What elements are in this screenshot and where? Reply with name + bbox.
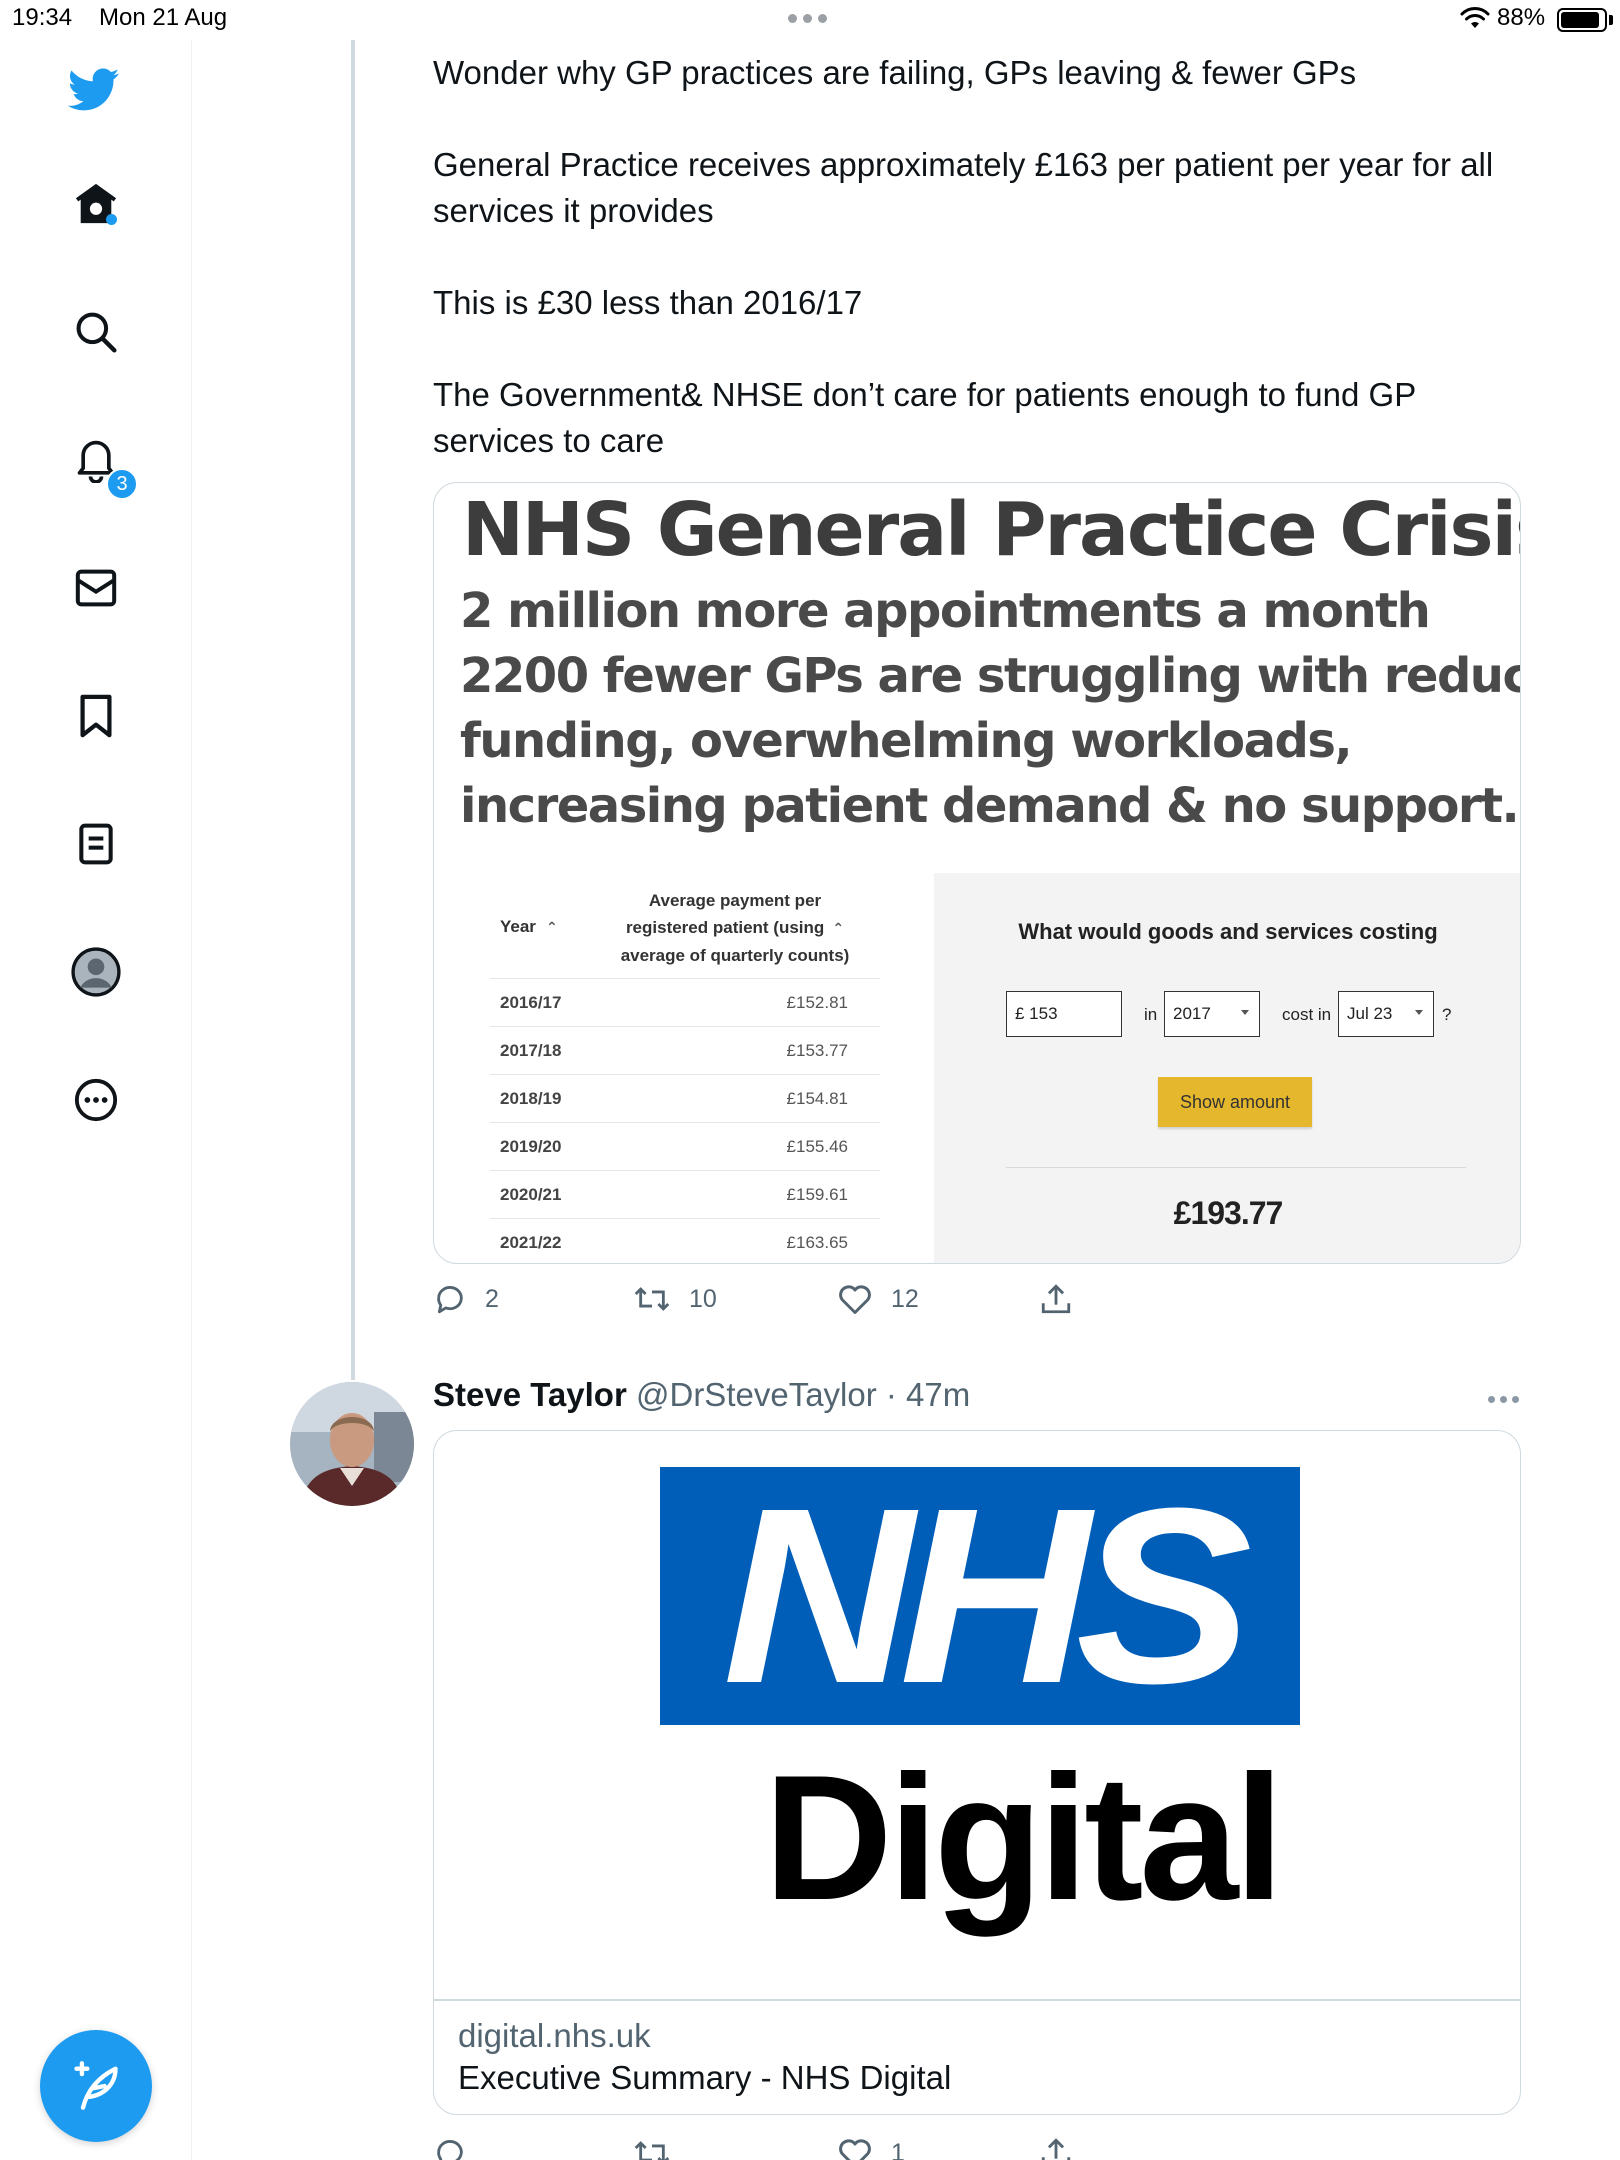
- retweet-button[interactable]: [633, 2136, 689, 2160]
- avatar[interactable]: [290, 1382, 414, 1506]
- year-select: 2017: [1164, 991, 1260, 1037]
- digital-logo-text: Digital: [764, 1738, 1284, 1937]
- more-options-icon[interactable]: [70, 1074, 122, 1126]
- tweet-actions: 2 10 12: [433, 1282, 1113, 1322]
- month-select: Jul 23: [1338, 991, 1434, 1037]
- messages-envelope-icon[interactable]: [70, 562, 122, 614]
- status-bar: 19:34 Mon 21 Aug 88%: [0, 0, 1620, 40]
- show-amount-button: Show amount: [1158, 1077, 1312, 1127]
- tweet-actions: 1: [433, 2136, 1113, 2160]
- link-preview-card[interactable]: NHS Digital digital.nhs.uk Executive Sum…: [433, 1430, 1521, 2115]
- like-button[interactable]: 1: [837, 2136, 905, 2160]
- amount-field: £ 153: [1006, 991, 1122, 1037]
- tweet-paragraph: This is £30 less than 2016/17: [433, 284, 863, 321]
- profile-avatar-icon[interactable]: [70, 946, 122, 998]
- payment-table: Year ⌃ Average payment per registered pat…: [490, 883, 880, 1263]
- in-label: in: [1144, 1005, 1158, 1024]
- column-header-average: Average payment per registered patient (…: [620, 891, 850, 965]
- search-icon[interactable]: [70, 306, 122, 358]
- media-headline: NHS General Practice Crisis!: [462, 487, 1521, 573]
- bookmark-icon[interactable]: [70, 690, 122, 742]
- sidebar: 3: [0, 40, 192, 2160]
- share-icon: [1041, 2138, 1071, 2160]
- tweet-author-line: Steve Taylor @DrSteveTaylor · 47m: [433, 1376, 970, 1414]
- multitasking-dots-icon[interactable]: [788, 14, 827, 23]
- inflation-calculator-panel: What would goods and services costing £ …: [934, 873, 1520, 1263]
- home-unread-dot: [106, 214, 117, 225]
- retweet-icon: [634, 1287, 670, 1311]
- reply-count: 2: [485, 1284, 499, 1313]
- status-date: Mon 21 Aug: [99, 4, 228, 31]
- media-sub-line: 2 million more appointments a month: [460, 583, 1431, 639]
- compose-tweet-button[interactable]: [40, 2030, 152, 2142]
- media-sub-line: 2200 fewer GPs are struggling with reduc…: [460, 648, 1521, 704]
- tweet-paragraph: General Practice receives approximately …: [433, 146, 1494, 229]
- author-name[interactable]: Steve Taylor: [433, 1376, 627, 1413]
- retweet-icon: [634, 2141, 670, 2160]
- reply-icon: [437, 1286, 463, 1314]
- heart-icon: [839, 2139, 871, 2160]
- table-row: 2017/18 £153.77: [490, 1027, 880, 1075]
- reply-icon: [437, 2140, 463, 2160]
- table-row: 2020/21 £159.61: [490, 1171, 880, 1219]
- like-count: 1: [891, 2138, 905, 2160]
- table-row: 2021/22 £163.65: [500, 1233, 848, 1252]
- divider: [1006, 1167, 1466, 1168]
- sort-caret-icon: ⌃: [545, 919, 558, 935]
- dropdown-caret-icon: [1241, 1010, 1249, 1015]
- nhs-logo: NHS: [660, 1467, 1300, 1725]
- notifications-badge: 3: [106, 468, 138, 500]
- share-button[interactable]: [1039, 1282, 1073, 1316]
- wifi-icon: [1460, 7, 1490, 28]
- share-button[interactable]: [1039, 2136, 1073, 2160]
- tweet-paragraph: The Government& NHSE don’t care for pati…: [433, 376, 1416, 459]
- compose-feather-icon: [74, 2061, 118, 2110]
- twitter-logo-icon[interactable]: [68, 64, 120, 116]
- dropdown-caret-icon: [1415, 1010, 1423, 1015]
- divider: [434, 1999, 1520, 2001]
- retweet-button[interactable]: 10: [633, 1282, 717, 1316]
- table-row: 2018/19 £154.81: [490, 1075, 880, 1123]
- calculator-title: What would goods and services costing: [1018, 919, 1438, 944]
- reply-button[interactable]: 2: [433, 1282, 499, 1316]
- share-icon: [1041, 1284, 1071, 1314]
- table-row: 2019/20 £155.46: [490, 1123, 880, 1171]
- tweet-media-image[interactable]: NHS General Practice Crisis! 2 million m…: [433, 482, 1521, 1264]
- heart-icon: [839, 1285, 871, 1314]
- card-domain: digital.nhs.uk: [458, 2017, 651, 2054]
- cost-in-label: cost in: [1282, 1005, 1332, 1024]
- lists-icon[interactable]: [70, 818, 122, 870]
- media-subheadline: 2 million more appointments a month 2200…: [460, 579, 1520, 839]
- battery-tip: [1609, 15, 1613, 25]
- thread-connector-line: [351, 40, 355, 1380]
- question-mark: ?: [1442, 1005, 1452, 1024]
- card-title: Executive Summary - NHS Digital: [458, 2059, 952, 2096]
- nhs-logo-text: NHS: [722, 1456, 1253, 1735]
- status-time: 19:34: [12, 4, 73, 31]
- battery-percentage: 88%: [1497, 4, 1546, 31]
- media-sub-line: increasing patient demand & no support.: [460, 778, 1520, 834]
- tweet-more-options-icon[interactable]: [1488, 1396, 1519, 1403]
- author-handle-time[interactable]: @DrSteveTaylor · 47m: [636, 1376, 970, 1413]
- table-row: 2016/17 £152.81: [490, 979, 880, 1027]
- sort-caret-icon: ⌃: [832, 920, 845, 936]
- media-sub-line: funding, overwhelming workloads,: [460, 713, 1353, 769]
- retweet-count: 10: [689, 1284, 717, 1313]
- column-header-year: Year ⌃: [500, 917, 558, 936]
- tweet-body: Wonder why GP practices are failing, GPs…: [433, 50, 1513, 464]
- battery-icon: [1557, 8, 1607, 32]
- calculator-result: £193.77: [1173, 1195, 1284, 1231]
- reply-button[interactable]: [433, 2136, 485, 2160]
- table-header: Year ⌃ Average payment per registered pat…: [490, 883, 880, 979]
- like-button[interactable]: 12: [837, 1282, 919, 1316]
- like-count: 12: [891, 1284, 919, 1313]
- tweet-paragraph: Wonder why GP practices are failing, GPs…: [433, 54, 1357, 91]
